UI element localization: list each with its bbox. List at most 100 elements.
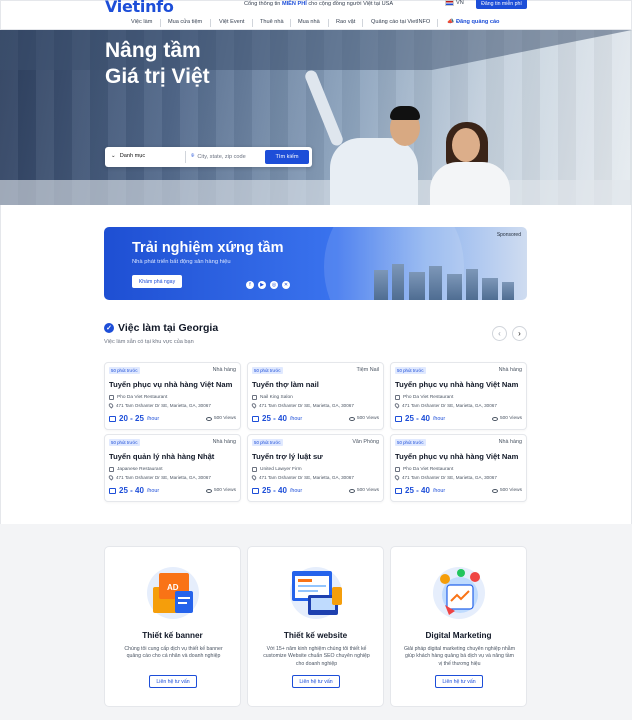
nav-item-buy-house[interactable]: Mua nhà xyxy=(298,19,320,25)
job-views: 500 Views xyxy=(205,416,236,421)
youtube-icon[interactable]: ▶ xyxy=(258,281,266,289)
job-views: 500 Views xyxy=(348,488,379,493)
category-dropdown[interactable]: ⌄ Danh mục xyxy=(111,153,145,159)
job-category: Văn Phòng xyxy=(352,439,379,445)
job-title[interactable]: Tuyển phục vụ nhà hàng Việt Nam xyxy=(395,380,518,389)
site-logo[interactable]: Vietinfo xyxy=(105,0,174,16)
language-selector[interactable]: VN xyxy=(445,0,464,6)
eye-icon xyxy=(491,416,498,421)
facebook-icon[interactable]: f xyxy=(246,281,254,289)
banner-building xyxy=(392,264,404,300)
service-card-banner: AD Thiết kế banner Chúng tôi cung cấp dị… xyxy=(104,546,241,707)
job-category: Nhà hàng xyxy=(212,367,236,373)
location-pin-icon: ⌾ xyxy=(191,153,195,159)
digital-marketing-icon xyxy=(431,565,489,619)
job-salary: 25 - 40/hour xyxy=(109,486,159,495)
job-address: 471 Tam Oshanter Dr SE, Marietta, GA, 30… xyxy=(250,402,354,409)
megaphone-icon: 📣 xyxy=(447,19,454,25)
banner-subtitle: Nhà phát triển bất động sản hàng hiệu xyxy=(132,259,231,265)
banner-social-links: f ▶ ◎ ✕ xyxy=(246,281,290,289)
eye-icon xyxy=(205,416,212,421)
building-icon xyxy=(109,395,114,400)
job-card[interactable]: 50 phút trước Nhà hàng Tuyển phục vụ nhà… xyxy=(390,434,527,502)
search-divider xyxy=(185,151,186,163)
post-free-button[interactable]: Đăng tin miễn phí xyxy=(476,0,527,9)
nav-item-buy-store[interactable]: Mua cửa tiệm xyxy=(168,19,202,25)
job-posted-time: 50 phút trước xyxy=(395,439,426,446)
service-description: Chúng tôi cung cấp dịch vụ thiết kế bann… xyxy=(124,646,223,660)
jobs-next-button[interactable]: › xyxy=(512,326,527,341)
banner-building xyxy=(447,274,462,300)
contact-consult-button[interactable]: Liên hệ tư vấn xyxy=(149,675,197,688)
nav-item-rent-house[interactable]: Thuê nhà xyxy=(260,19,284,25)
hero-woman-head xyxy=(452,128,480,162)
location-pin-icon xyxy=(107,474,115,481)
job-card[interactable]: 50 phút trước Nhà hàng Tuyển quản lý nhà… xyxy=(104,434,241,502)
job-title[interactable]: Tuyển phục vụ nhà hàng Việt Nam xyxy=(395,452,518,461)
banner-building xyxy=(374,270,388,300)
location-input[interactable]: ⌾ City, state, zip code xyxy=(191,153,246,160)
top-bar: Vietinfo Cổng thông tin MIỄN PHÍ cho cộn… xyxy=(0,0,632,17)
building-icon xyxy=(252,467,257,472)
nav-divider xyxy=(160,19,161,27)
job-card[interactable]: 50 phút trước Tiệm Nail Tuyển thợ làm na… xyxy=(247,362,384,430)
job-address: 471 Tam Oshanter Dr SE, Marietta, GA, 30… xyxy=(250,474,354,481)
job-salary: 25 - 40/hour xyxy=(252,414,302,423)
contact-consult-button[interactable]: Liên hệ tư vấn xyxy=(435,675,483,688)
eye-icon xyxy=(205,488,212,493)
sponsored-banner[interactable]: Trải nghiệm xứng tầm Nhà phát triển bất … xyxy=(104,227,527,300)
verified-check-icon: ✓ xyxy=(104,323,114,333)
job-salary: 25 - 40/hour xyxy=(395,486,445,495)
nav-item-jobs[interactable]: Việc làm xyxy=(131,19,152,25)
job-title[interactable]: Tuyển quản lý nhà hàng Nhật xyxy=(109,452,214,461)
jobs-prev-button[interactable]: ‹ xyxy=(492,326,507,341)
location-pin-icon xyxy=(393,474,401,481)
building-icon xyxy=(252,395,257,400)
nav-item-viet-event[interactable]: Việt Event xyxy=(219,19,244,25)
hero-title: Nâng tầm Giá trị Việt xyxy=(105,39,210,88)
money-icon xyxy=(109,487,116,494)
nav-item-classifieds[interactable]: Rao vặt xyxy=(336,19,355,25)
service-title: Digital Marketing xyxy=(425,631,492,640)
job-card[interactable]: 50 phút trước Nhà hàng Tuyển phục vụ nhà… xyxy=(104,362,241,430)
nav-divider xyxy=(252,19,253,27)
x-twitter-icon[interactable]: ✕ xyxy=(282,281,290,289)
job-company: Nail King Salon xyxy=(252,395,293,400)
banner-explore-button[interactable]: Khám phá ngay xyxy=(132,275,182,288)
job-posted-time: 50 phút trước xyxy=(252,439,283,446)
main-nav: Việc làm Mua cửa tiệm Việt Event Thuê nh… xyxy=(0,17,632,30)
location-pin-icon xyxy=(250,474,258,481)
job-title[interactable]: Tuyển thợ làm nail xyxy=(252,380,319,389)
job-salary: 25 - 40/hour xyxy=(252,486,302,495)
money-icon xyxy=(395,487,402,494)
hero-woman xyxy=(430,162,510,205)
hero-man-hair xyxy=(390,106,420,120)
job-posted-time: 50 phút trước xyxy=(395,367,426,374)
search-button[interactable]: Tìm kiếm xyxy=(265,150,309,164)
banner-design-icon: AD xyxy=(145,565,203,619)
banner-building xyxy=(409,272,425,300)
job-title[interactable]: Tuyển trợ lý luật sư xyxy=(252,452,323,461)
job-card[interactable]: 50 phút trước Văn Phòng Tuyển trợ lý luậ… xyxy=(247,434,384,502)
location-pin-icon xyxy=(250,402,258,409)
service-card-marketing: Digital Marketing Giải pháp digital mark… xyxy=(390,546,527,707)
nav-divider xyxy=(210,19,211,27)
instagram-icon[interactable]: ◎ xyxy=(270,281,278,289)
eye-icon xyxy=(348,488,355,493)
job-company: Pho Da Viet Restaurant xyxy=(109,395,167,400)
job-company: Pho Da Viet Restaurant xyxy=(395,395,453,400)
building-icon xyxy=(395,467,400,472)
job-title[interactable]: Tuyển phục vụ nhà hàng Việt Nam xyxy=(109,380,232,389)
job-company: United Lawyer Firm xyxy=(252,467,302,472)
job-category: Nhà hàng xyxy=(498,367,522,373)
svg-text:AD: AD xyxy=(167,583,179,592)
contact-consult-button[interactable]: Liên hệ tư vấn xyxy=(292,675,340,688)
nav-item-post-ad[interactable]: 📣 Đăng quảng cáo xyxy=(447,19,499,25)
job-card[interactable]: 50 phút trước Nhà hàng Tuyển phục vụ nhà… xyxy=(390,362,527,430)
nav-item-advertise-at[interactable]: Quảng cáo tại VietINFO xyxy=(371,19,430,25)
job-company: Pho Da Viet Restaurant xyxy=(395,467,453,472)
banner-building xyxy=(466,269,478,300)
job-views: 500 Views xyxy=(205,488,236,493)
job-salary: 25 - 40/hour xyxy=(395,414,445,423)
money-icon xyxy=(395,415,402,422)
